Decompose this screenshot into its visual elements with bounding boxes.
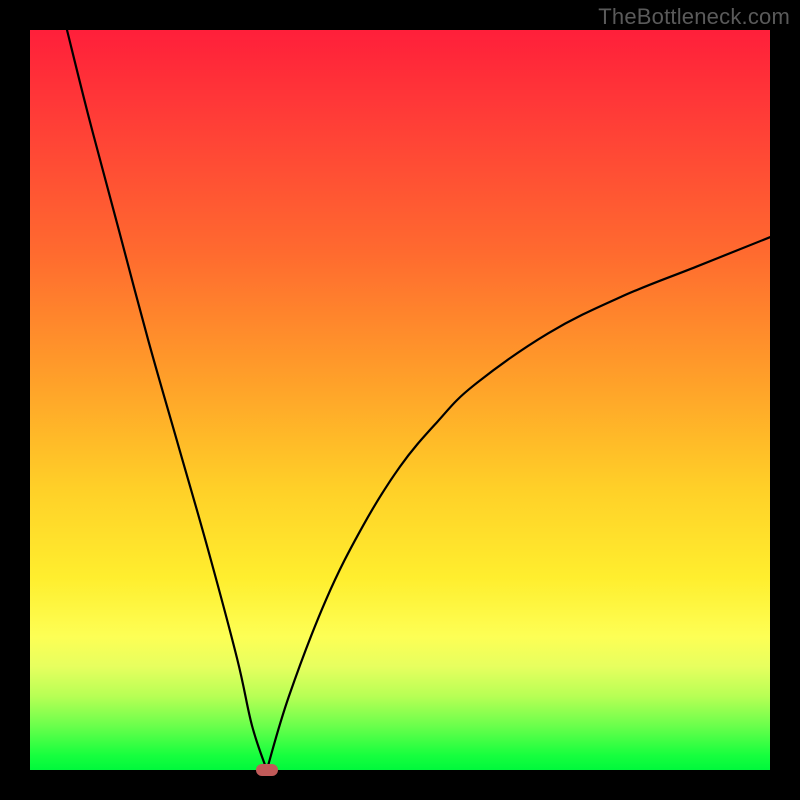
bottleneck-curve [30, 30, 770, 770]
curve-right-branch [267, 237, 770, 770]
chart-frame: TheBottleneck.com [0, 0, 800, 800]
plot-area [30, 30, 770, 770]
curve-left-branch [67, 30, 267, 770]
optimal-point-marker [256, 764, 278, 776]
watermark-text: TheBottleneck.com [598, 4, 790, 30]
